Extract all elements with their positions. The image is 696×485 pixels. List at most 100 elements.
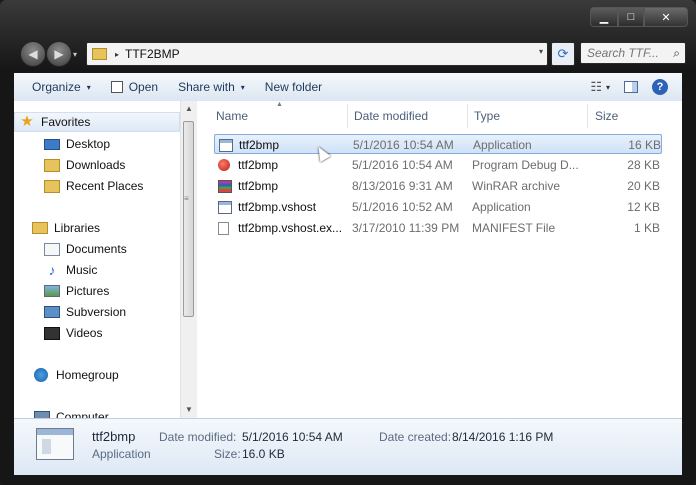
file-name-cell: ttf2bmp — [215, 135, 353, 155]
explorer-body: ★ Favorites Desktop Downloads Recent Pla… — [14, 101, 682, 418]
details-date-modified: 5/1/2016 10:54 AM — [242, 430, 343, 444]
scroll-grip-icon: ≡ — [184, 194, 189, 203]
file-name: ttf2bmp — [239, 138, 280, 152]
caption-buttons: ▁ □ ✕ — [590, 7, 688, 27]
file-list: ▲ Name Date modified Type Size ttf2bmp 5… — [199, 101, 682, 418]
scroll-down-icon[interactable]: ▼ — [185, 405, 193, 414]
breadcrumb-separator-icon[interactable]: ▸ — [115, 50, 119, 59]
nav-item-pictures[interactable]: Pictures — [44, 281, 109, 301]
file-row[interactable]: ttf2bmp.vshost.ex... 3/17/2010 11:39 PM … — [214, 218, 662, 238]
nav-label: Recent Places — [66, 179, 144, 193]
details-date-created: 8/14/2016 1:16 PM — [452, 430, 554, 444]
file-name-cell: ttf2bmp.vshost — [214, 197, 352, 217]
column-header-date-modified[interactable]: Date modified — [348, 104, 468, 128]
new-folder-button[interactable]: New folder — [255, 75, 332, 99]
application-icon — [219, 138, 233, 152]
folder-icon — [92, 48, 107, 60]
minimize-button[interactable]: ▁ — [590, 7, 618, 27]
maximize-button[interactable]: □ — [618, 7, 644, 27]
details-file-name: ttf2bmp — [92, 429, 136, 444]
scrollbar-thumb[interactable] — [183, 121, 194, 317]
file-row[interactable]: ttf2bmp 5/1/2016 10:54 AM Application 16… — [214, 134, 662, 154]
file-size: 1 KB — [633, 221, 660, 235]
toolbar-right-group: ☷ ▾ ? — [582, 73, 682, 101]
documents-icon — [44, 242, 60, 256]
explorer-window: ▁ □ ✕ ◀ ▶ ▾ ▸ TTF2BMP ▾ ⟳ ⌕ Organize ▾ O… — [0, 0, 696, 485]
column-header-name[interactable]: Name — [209, 104, 348, 128]
close-button[interactable]: ✕ — [644, 7, 688, 27]
nav-item-homegroup[interactable]: Homegroup — [34, 365, 119, 385]
star-icon: ★ — [20, 113, 34, 130]
chevron-down-icon: ▾ — [86, 82, 91, 92]
refresh-button[interactable]: ⟳ — [551, 42, 575, 66]
file-date: 5/1/2016 10:54 AM — [352, 158, 453, 172]
nav-label: Favorites — [41, 115, 91, 129]
nav-item-videos[interactable]: Videos — [44, 323, 102, 343]
nav-item-favorites[interactable]: ★ Favorites — [14, 112, 180, 132]
nav-item-libraries[interactable]: Libraries — [32, 218, 100, 238]
arrow-left-icon: ◀ — [28, 47, 38, 61]
details-pane: ttf2bmp Application Date modified: 5/1/2… — [14, 418, 682, 475]
command-bar: Organize ▾ Open Share with ▾ New folder … — [14, 73, 682, 102]
nav-item-music[interactable]: ♪ Music — [44, 260, 98, 280]
view-options-chevron-icon[interactable]: ▾ — [606, 83, 610, 92]
file-row[interactable]: ttf2bmp.vshost 5/1/2016 10:52 AM Applica… — [214, 197, 662, 217]
chevron-down-icon: ▾ — [240, 82, 245, 92]
file-row[interactable]: ttf2bmp 8/13/2016 9:31 AM WinRAR archive… — [214, 176, 662, 196]
search-icon[interactable]: ⌕ — [673, 46, 680, 61]
nav-item-downloads[interactable]: Downloads — [44, 155, 125, 175]
application-icon — [218, 200, 232, 214]
downloads-folder-icon — [44, 158, 60, 172]
file-name: ttf2bmp.vshost.ex... — [238, 221, 343, 235]
organize-button[interactable]: Organize ▾ — [22, 75, 101, 99]
refresh-icon: ⟳ — [557, 46, 569, 61]
open-button[interactable]: Open — [101, 75, 168, 99]
details-date-created-label: Date created: — [379, 430, 452, 444]
preview-pane-icon[interactable] — [624, 81, 638, 93]
nav-label: Subversion — [66, 305, 127, 319]
file-size: 12 KB — [627, 200, 660, 214]
navigation-bar: ◀ ▶ ▾ ▸ TTF2BMP ▾ ⟳ ⌕ — [0, 38, 696, 70]
file-name: ttf2bmp.vshost — [238, 200, 317, 214]
nav-label: Downloads — [66, 158, 126, 172]
details-date-modified-label: Date modified: — [159, 430, 237, 444]
homegroup-icon — [34, 368, 48, 382]
recent-pages-chevron-icon[interactable]: ▾ — [73, 50, 77, 59]
nav-item-computer[interactable]: Computer — [34, 407, 109, 418]
file-name-cell: ttf2bmp — [214, 176, 352, 196]
search-box[interactable]: ⌕ — [580, 42, 686, 64]
column-header-type[interactable]: Type — [468, 104, 588, 128]
back-button[interactable]: ◀ — [20, 41, 46, 67]
details-size: 16.0 KB — [242, 447, 285, 461]
file-type: Application — [473, 138, 532, 152]
file-name: ttf2bmp — [238, 158, 279, 172]
nav-item-desktop[interactable]: Desktop — [44, 134, 110, 154]
nav-label: Documents — [66, 242, 127, 256]
nav-item-subversion[interactable]: Subversion — [44, 302, 126, 322]
open-label: Open — [128, 80, 159, 94]
nav-item-documents[interactable]: Documents — [44, 239, 127, 259]
file-row[interactable]: ttf2bmp 5/1/2016 10:54 AM Program Debug … — [214, 155, 662, 175]
computer-icon — [34, 411, 50, 418]
search-input[interactable] — [587, 43, 667, 63]
share-with-button[interactable]: Share with ▾ — [168, 75, 255, 99]
subversion-icon — [44, 306, 60, 318]
share-with-label: Share with — [178, 80, 235, 94]
help-icon[interactable]: ? — [652, 79, 668, 95]
file-size: 20 KB — [627, 179, 660, 193]
forward-button[interactable]: ▶ — [46, 41, 72, 67]
address-dropdown-icon[interactable]: ▾ — [539, 47, 543, 56]
navigation-pane: ★ Favorites Desktop Downloads Recent Pla… — [14, 101, 180, 418]
scroll-up-icon[interactable]: ▲ — [185, 104, 193, 113]
column-header-size[interactable]: Size — [588, 104, 668, 128]
winrar-archive-icon — [218, 179, 232, 193]
pictures-icon — [44, 285, 60, 297]
breadcrumb-ttf2bmp[interactable]: TTF2BMP — [125, 47, 180, 61]
nav-label: Music — [66, 263, 98, 277]
nav-item-recent-places[interactable]: Recent Places — [44, 176, 143, 196]
navigation-scrollbar[interactable]: ▲ ≡ ▼ — [180, 101, 197, 418]
change-view-icon[interactable]: ☷ — [582, 79, 606, 95]
file-name-cell: ttf2bmp — [214, 155, 352, 175]
address-bar[interactable]: ▸ TTF2BMP ▾ — [86, 42, 548, 66]
arrow-right-icon: ▶ — [54, 47, 64, 61]
